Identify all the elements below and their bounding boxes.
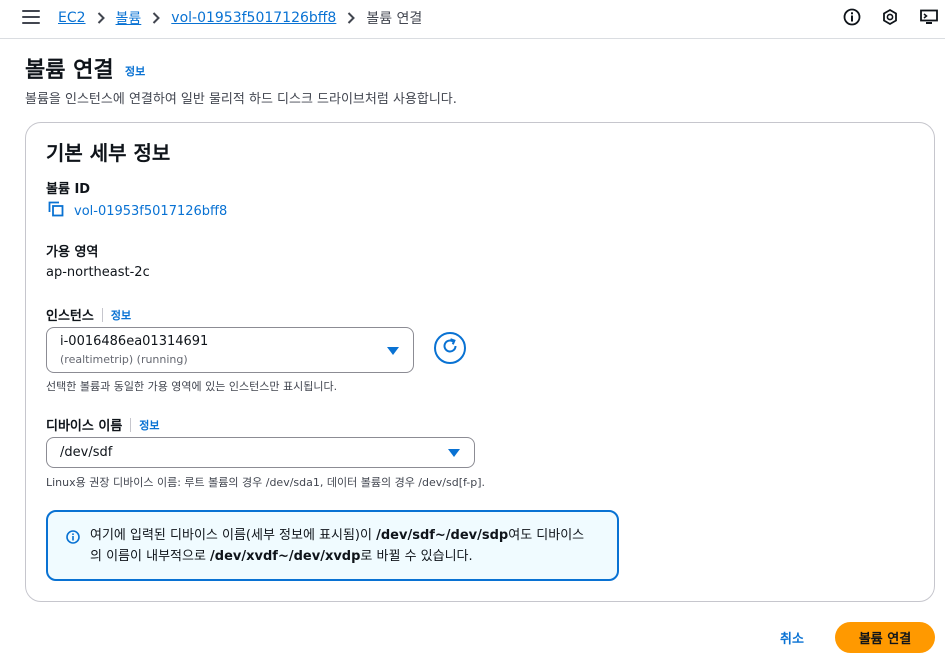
alert-bold-2: /dev/xvdf~/dev/xvdp: [210, 549, 361, 564]
alert-text-4: 로 바뀔 수 있습니다.: [360, 549, 473, 564]
hamburger-icon[interactable]: [22, 10, 40, 26]
info-circle-icon[interactable]: [843, 8, 863, 28]
label-divider: [130, 417, 132, 432]
caret-down-icon: [387, 347, 399, 355]
device-name-value: /dev/sdf: [60, 445, 113, 460]
cancel-button[interactable]: 취소: [766, 622, 818, 652]
hexagon-icon[interactable]: [881, 8, 901, 28]
instance-select-sub: (realtimetrip) (running): [60, 353, 188, 366]
device-info-link[interactable]: 정보: [139, 417, 159, 433]
instance-hint: 선택한 볼륨과 동일한 가용 영역에 있는 인스턴스만 표시됩니다.: [46, 380, 338, 393]
info-circle-icon: [66, 529, 80, 544]
attach-volume-button[interactable]: 볼륨 연결: [835, 622, 935, 653]
device-name-label: 디바이스 이름: [46, 419, 123, 434]
page-title: 볼륨 연결: [25, 58, 114, 83]
copy-volume-id-button[interactable]: vol-01953f5017126bff8: [48, 201, 227, 221]
breadcrumb-volume-id[interactable]: vol-01953f5017126bff8: [171, 10, 336, 26]
device-name-select[interactable]: /dev/sdf: [46, 437, 475, 468]
device-label-row: 디바이스 이름 정보: [46, 415, 160, 434]
availability-zone-label: 가용 영역: [46, 245, 99, 260]
refresh-button[interactable]: [434, 332, 466, 364]
instance-info-link[interactable]: 정보: [111, 307, 131, 323]
page-description: 볼륨을 인스턴스에 연결하여 일반 물리적 하드 디스크 드라이브처럼 사용합니…: [25, 92, 457, 107]
volume-id-label: 볼륨 ID: [46, 182, 91, 197]
caret-down-icon: [448, 449, 460, 457]
section-title: 기본 세부 정보: [46, 141, 171, 165]
volume-id-value[interactable]: vol-01953f5017126bff8: [74, 204, 227, 219]
instance-label: 인스턴스: [46, 309, 94, 324]
alert-text-3: 의 이름이 내부적으로: [90, 549, 211, 564]
alert-message: 여기에 입력된 디바이스 이름(세부 정보에 표시됨)이 /dev/sdf~/d…: [90, 525, 610, 567]
title-info-link[interactable]: 정보: [125, 63, 145, 79]
copy-icon[interactable]: [48, 201, 64, 221]
instance-select-value: i-0016486ea01314691: [60, 334, 209, 349]
chevron-right-icon: [97, 12, 105, 24]
instance-select[interactable]: i-0016486ea01314691 (realtimetrip) (runn…: [46, 327, 414, 373]
chevron-right-icon: [347, 12, 356, 24]
availability-zone-value: ap-northeast-2c: [46, 265, 150, 280]
alert-text-2: 여도 디바이스: [508, 528, 585, 543]
alert-text-1: 여기에 입력된 디바이스 이름(세부 정보에 표시됨)이: [90, 528, 377, 543]
breadcrumb-current: 볼륨 연결: [366, 11, 423, 27]
label-divider: [101, 307, 103, 322]
basic-details-container: 기본 세부 정보 볼륨 ID vol-01953f5017126bff8 가용 …: [25, 122, 935, 602]
top-navigation: EC2 볼륨 vol-01953f5017126bff8 볼륨 연결: [0, 0, 945, 39]
breadcrumb-ec2[interactable]: EC2: [58, 10, 86, 26]
device-hint: Linux용 권장 디바이스 이름: 루트 볼륨의 경우 /dev/sda1, …: [46, 476, 485, 489]
info-alert: 여기에 입력된 디바이스 이름(세부 정보에 표시됨)이 /dev/sdf~/d…: [46, 510, 619, 581]
instance-label-row: 인스턴스 정보: [46, 305, 131, 324]
monitor-icon[interactable]: [919, 8, 939, 28]
breadcrumb: EC2 볼륨 vol-01953f5017126bff8 볼륨 연결: [58, 0, 422, 36]
alert-bold-1: /dev/sdf~/dev/sdp: [376, 528, 509, 543]
refresh-icon: [441, 337, 459, 359]
breadcrumb-volumes[interactable]: 볼륨: [116, 8, 142, 28]
chevron-right-icon: [152, 12, 161, 24]
